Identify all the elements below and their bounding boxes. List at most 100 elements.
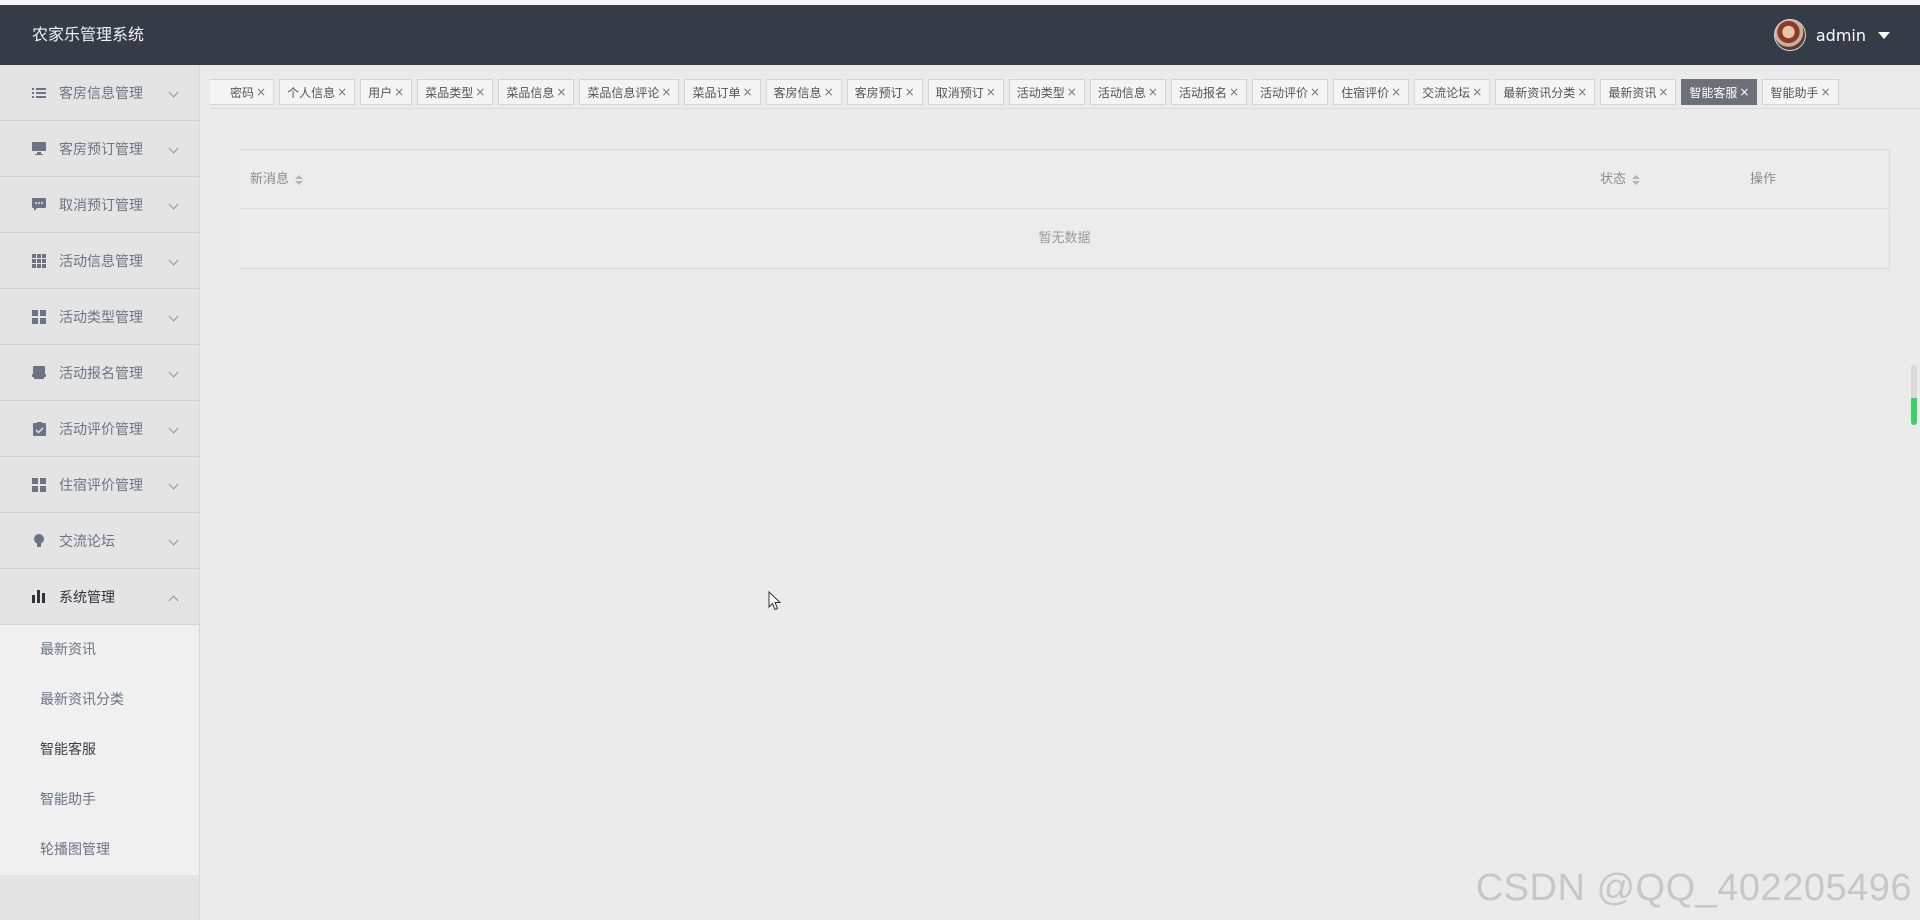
sidebar-item-system[interactable]: 系统管理 bbox=[0, 569, 199, 625]
close-icon[interactable]: × bbox=[394, 85, 404, 99]
sidebar-item-room-booking[interactable]: 客房预订管理 bbox=[0, 121, 199, 177]
column-header-status[interactable]: 状态 bbox=[1600, 150, 1641, 209]
sidebar-item-lodging-review[interactable]: 住宿评价管理 bbox=[0, 457, 199, 513]
sidebar-item-activity-info[interactable]: 活动信息管理 bbox=[0, 233, 199, 289]
tab-activity-type[interactable]: 活动类型 × bbox=[1008, 79, 1085, 105]
monitor-icon bbox=[32, 142, 46, 156]
avatar[interactable] bbox=[1773, 19, 1806, 51]
column-label: 状态 bbox=[1600, 172, 1627, 187]
sort-icon[interactable] bbox=[1632, 174, 1641, 185]
sidebar-item-forum[interactable]: 交流论坛 bbox=[0, 513, 199, 569]
sort-icon[interactable] bbox=[295, 174, 304, 185]
column-header-message[interactable]: 新消息 bbox=[250, 150, 304, 209]
tab-profile[interactable]: 个人信息 × bbox=[279, 79, 356, 105]
chevron-down-icon bbox=[168, 535, 179, 546]
tab-label: 密码 bbox=[230, 85, 255, 100]
submenu-item-news[interactable]: 最新资讯 bbox=[0, 625, 199, 675]
list-icon bbox=[32, 86, 46, 100]
column-header-operation: 操作 bbox=[1750, 150, 1776, 209]
tab-label: 客房信息 bbox=[773, 85, 822, 100]
tab-label: 最新资讯 bbox=[1608, 85, 1657, 100]
grid-icon bbox=[32, 253, 46, 268]
sidebar-item-label: 客房信息管理 bbox=[59, 85, 143, 102]
username: admin bbox=[1815, 25, 1866, 45]
tab-activity-review[interactable]: 活动评价 × bbox=[1252, 79, 1329, 105]
tab-label: 客房预订 bbox=[854, 85, 903, 100]
tab-smart-service[interactable]: 智能客服 × bbox=[1681, 79, 1758, 105]
caret-down-icon bbox=[1878, 31, 1890, 39]
column-label: 操作 bbox=[1750, 172, 1777, 187]
tab-label: 住宿评价 bbox=[1341, 85, 1390, 100]
tab-cancel-booking[interactable]: 取消预订 × bbox=[927, 79, 1004, 105]
apps-icon bbox=[32, 477, 46, 492]
system-submenu: 最新资讯 最新资讯分类 智能客服 智能助手 轮播图管理 bbox=[0, 625, 199, 875]
tab-label: 活动评价 bbox=[1260, 85, 1309, 100]
tab-dish-info[interactable]: 菜品信息 × bbox=[498, 79, 575, 105]
chevron-up-icon bbox=[168, 595, 179, 606]
close-icon[interactable]: × bbox=[1821, 85, 1831, 99]
sidebar: 客房信息管理 客房预订管理 取消预订管理 活动信息管理 活动类型管理 活动报名管 bbox=[0, 65, 200, 920]
close-icon[interactable]: × bbox=[824, 85, 834, 99]
tab-room-booking[interactable]: 客房预订 × bbox=[846, 79, 923, 105]
messages-table: 新消息 状态 操作 暂无数据 bbox=[240, 149, 1890, 269]
tab-users[interactable]: 用户 × bbox=[360, 79, 413, 105]
chevron-down-icon bbox=[168, 87, 179, 98]
close-icon[interactable]: × bbox=[661, 85, 671, 99]
close-icon[interactable]: × bbox=[1391, 85, 1401, 99]
clipboard-icon bbox=[32, 421, 46, 436]
tab-dish-comments[interactable]: 菜品信息评论 × bbox=[579, 79, 680, 105]
tab-room-info[interactable]: 客房信息 × bbox=[765, 79, 842, 105]
tab-lodging-review[interactable]: 住宿评价 × bbox=[1333, 79, 1410, 105]
sidebar-item-label: 住宿评价管理 bbox=[59, 477, 143, 494]
close-icon[interactable]: × bbox=[556, 85, 566, 99]
sidebar-item-cancel-booking[interactable]: 取消预订管理 bbox=[0, 177, 199, 233]
tab-label: 菜品信息评论 bbox=[587, 85, 660, 100]
tab-password[interactable]: 密码 × bbox=[210, 79, 275, 105]
chat-icon bbox=[32, 198, 46, 212]
sidebar-item-activity-signup[interactable]: 活动报名管理 bbox=[0, 345, 199, 401]
submenu-item-carousel[interactable]: 轮播图管理 bbox=[0, 825, 199, 875]
tab-label: 菜品类型 bbox=[425, 85, 474, 100]
app-title: 农家乐管理系统 bbox=[32, 25, 145, 44]
tab-label: 活动信息 bbox=[1097, 85, 1146, 100]
tab-activity-signup[interactable]: 活动报名 × bbox=[1170, 79, 1248, 105]
close-icon[interactable]: × bbox=[337, 85, 347, 99]
close-icon[interactable]: × bbox=[905, 85, 915, 99]
close-icon[interactable]: × bbox=[1739, 85, 1749, 99]
close-icon[interactable]: × bbox=[1472, 85, 1482, 99]
tab-label: 最新资讯分类 bbox=[1503, 85, 1576, 100]
watermark: CSDN @QQ_402205496 bbox=[1475, 867, 1912, 909]
tab-bar-divider bbox=[210, 108, 1920, 109]
close-icon[interactable]: × bbox=[742, 85, 752, 99]
close-icon[interactable]: × bbox=[1658, 85, 1668, 99]
chevron-down-icon bbox=[168, 367, 179, 378]
chevron-down-icon bbox=[168, 143, 179, 154]
scrollbar[interactable] bbox=[1911, 365, 1917, 425]
tab-label: 交流论坛 bbox=[1422, 85, 1471, 100]
tab-activity-info[interactable]: 活动信息 × bbox=[1089, 79, 1166, 105]
top-navbar: 农家乐管理系统 admin bbox=[0, 5, 1920, 65]
close-icon[interactable]: × bbox=[256, 85, 266, 99]
close-icon[interactable]: × bbox=[1229, 85, 1239, 99]
tab-dish-orders[interactable]: 菜品订单 × bbox=[684, 79, 761, 105]
close-icon[interactable]: × bbox=[1310, 85, 1320, 99]
tab-dish-type[interactable]: 菜品类型 × bbox=[417, 79, 494, 105]
submenu-item-smart-service[interactable]: 智能客服 bbox=[0, 725, 199, 775]
sidebar-item-activity-review[interactable]: 活动评价管理 bbox=[0, 401, 199, 457]
submenu-item-smart-assistant[interactable]: 智能助手 bbox=[0, 775, 199, 825]
tab-news-category[interactable]: 最新资讯分类 × bbox=[1495, 79, 1596, 105]
tab-forum[interactable]: 交流论坛 × bbox=[1414, 79, 1491, 105]
sidebar-item-room-info[interactable]: 客房信息管理 bbox=[0, 65, 199, 121]
close-icon[interactable]: × bbox=[1577, 85, 1587, 99]
close-icon[interactable]: × bbox=[1148, 85, 1158, 99]
tab-news[interactable]: 最新资讯 × bbox=[1600, 79, 1677, 105]
chevron-down-icon bbox=[168, 423, 179, 434]
close-icon[interactable]: × bbox=[986, 85, 996, 99]
tab-smart-assistant[interactable]: 智能助手 × bbox=[1762, 79, 1839, 105]
user-menu[interactable]: admin bbox=[1773, 5, 1890, 65]
close-icon[interactable]: × bbox=[475, 85, 485, 99]
submenu-item-news-category[interactable]: 最新资讯分类 bbox=[0, 675, 199, 725]
tab-bar: 密码 × 个人信息 × 用户 × 菜品类型 × 菜品信息 × 菜品信息评论 × 菜品订单 × … bbox=[210, 77, 1920, 107]
sidebar-item-activity-type[interactable]: 活动类型管理 bbox=[0, 289, 199, 345]
close-icon[interactable]: × bbox=[1067, 85, 1077, 99]
